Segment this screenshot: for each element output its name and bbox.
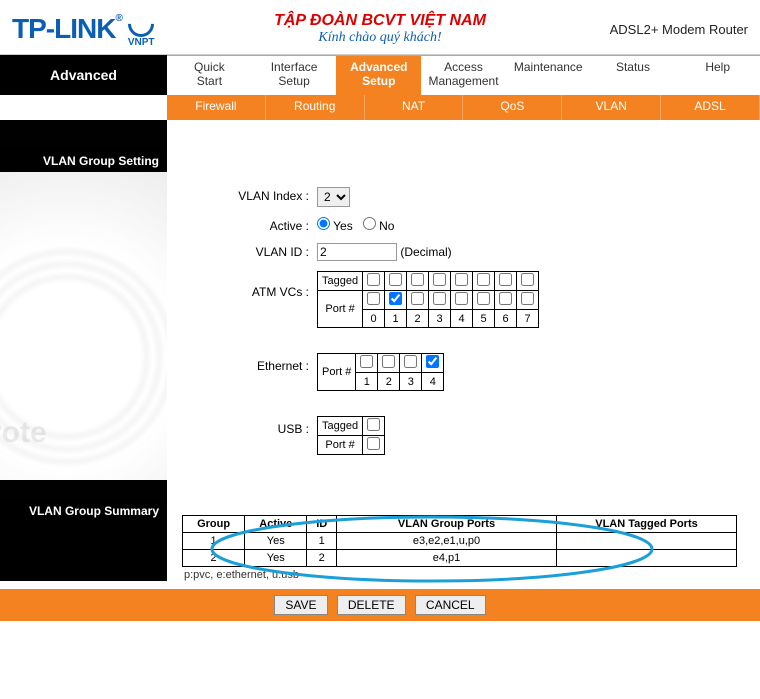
atm-tagged-checkbox[interactable] [367,273,380,286]
eth-port-checkbox[interactable] [382,355,395,368]
active-label: Active : [177,217,317,233]
section-title-vlan-summary: VLAN Group Summary [0,500,167,581]
product-name: ADSL2+ Modem Router [610,22,748,37]
vlan-index-label: VLAN Index : [177,187,317,203]
table-cell: 1 [183,533,245,550]
table-cell [557,550,737,567]
subnav-vlan[interactable]: VLAN [562,95,661,120]
active-yes-radio[interactable]: Yes [317,219,353,233]
atm-port-checkbox[interactable] [521,292,534,305]
table-cell: 2 [183,550,245,567]
atm-port-checkbox[interactable] [499,292,512,305]
header-title: TẬP ĐOÀN BCVT VIỆT NAM Kính chào quý khá… [274,12,486,46]
summary-legend: p:pvc, e:ethernet, u:usb [184,569,745,581]
atm-tagged-checkbox[interactable] [411,273,424,286]
atm-port-checkbox[interactable] [477,292,490,305]
spacer [0,480,760,500]
subnav-routing[interactable]: Routing [266,95,365,120]
summary-table: GroupActiveIDVLAN Group PortsVLAN Tagged… [182,515,737,567]
cancel-button[interactable]: CANCEL [415,595,486,615]
usb-grid: Tagged Port # [317,416,385,455]
subnav-firewall[interactable]: Firewall [167,95,266,120]
atm-port-checkbox[interactable] [455,292,468,305]
vlan-id-label: VLAN ID : [177,243,317,259]
atm-tagged-checkbox[interactable] [389,273,402,286]
delete-button[interactable]: DELETE [337,595,406,615]
table-cell: Yes [245,533,307,550]
ethernet-grid: Port #1234 [317,353,444,391]
atm-port-checkbox[interactable] [367,292,380,305]
summary-table-wrap: GroupActiveIDVLAN Group PortsVLAN Tagged… [182,515,745,581]
side-panel: Prote [0,172,167,480]
atm-port-checkbox[interactable] [411,292,424,305]
subnav-qos[interactable]: QoS [463,95,562,120]
nav-category-label: Advanced [0,55,167,95]
atm-tagged-checkbox[interactable] [499,273,512,286]
watermark-text: Prote [0,416,47,450]
atm-vcs-grid: TaggedPort #01234567 [317,271,539,328]
table-cell: Yes [245,550,307,567]
vlan-id-input[interactable] [317,243,397,261]
active-no-radio[interactable]: No [363,219,395,233]
nav-tab-help[interactable]: Help [675,56,760,95]
subnav-adsl[interactable]: ADSL [661,95,760,120]
section-title-vlan-setting: VLAN Group Setting [0,150,167,172]
spacer [0,120,760,150]
atm-tagged-checkbox[interactable] [477,273,490,286]
nav-tab-access[interactable]: AccessManagement [421,56,506,95]
table-cell: e4,p1 [337,550,557,567]
atm-port-checkbox[interactable] [433,292,446,305]
sub-nav: FirewallRoutingNATQoSVLANADSL [167,95,760,120]
brand-logo: TP-LINK® [12,13,122,45]
atm-port-checkbox[interactable] [389,292,402,305]
usb-port-checkbox[interactable] [367,437,380,450]
atm-tagged-checkbox[interactable] [433,273,446,286]
ethernet-label: Ethernet : [177,353,317,373]
form-panel: VLAN Index : 2 Active : Yes No VLAN ID :… [167,172,760,480]
nav-tab-maintenance[interactable]: Maintenance [506,56,591,95]
table-cell: e3,e2,e1,u,p0 [337,533,557,550]
atm-vcs-label: ATM VCs : [177,271,317,299]
nav-tab-status[interactable]: Status [591,56,676,95]
table-cell: 1 [307,533,337,550]
save-button[interactable]: SAVE [274,595,327,615]
usb-label: USB : [177,416,317,436]
table-cell [557,533,737,550]
usb-tagged-checkbox[interactable] [367,418,380,431]
button-bar: SAVE DELETE CANCEL [0,589,760,621]
nav-tab-quick[interactable]: QuickStart [167,56,252,95]
vnpt-logo: VNPT [128,11,155,48]
eth-port-checkbox[interactable] [426,355,439,368]
main-nav: Advanced QuickStartInterfaceSetupAdvance… [0,55,760,95]
nav-tab-advanced[interactable]: AdvancedSetup [336,56,421,95]
atm-tagged-checkbox[interactable] [455,273,468,286]
header-bar: TP-LINK® VNPT TẬP ĐOÀN BCVT VIỆT NAM Kín… [0,0,760,55]
subnav-nat[interactable]: NAT [365,95,464,120]
nav-tab-interface[interactable]: InterfaceSetup [252,56,337,95]
eth-port-checkbox[interactable] [404,355,417,368]
vlan-id-hint: (Decimal) [400,245,451,259]
table-cell: 2 [307,550,337,567]
atm-tagged-checkbox[interactable] [521,273,534,286]
vlan-index-select[interactable]: 2 [317,187,350,207]
eth-port-checkbox[interactable] [360,355,373,368]
